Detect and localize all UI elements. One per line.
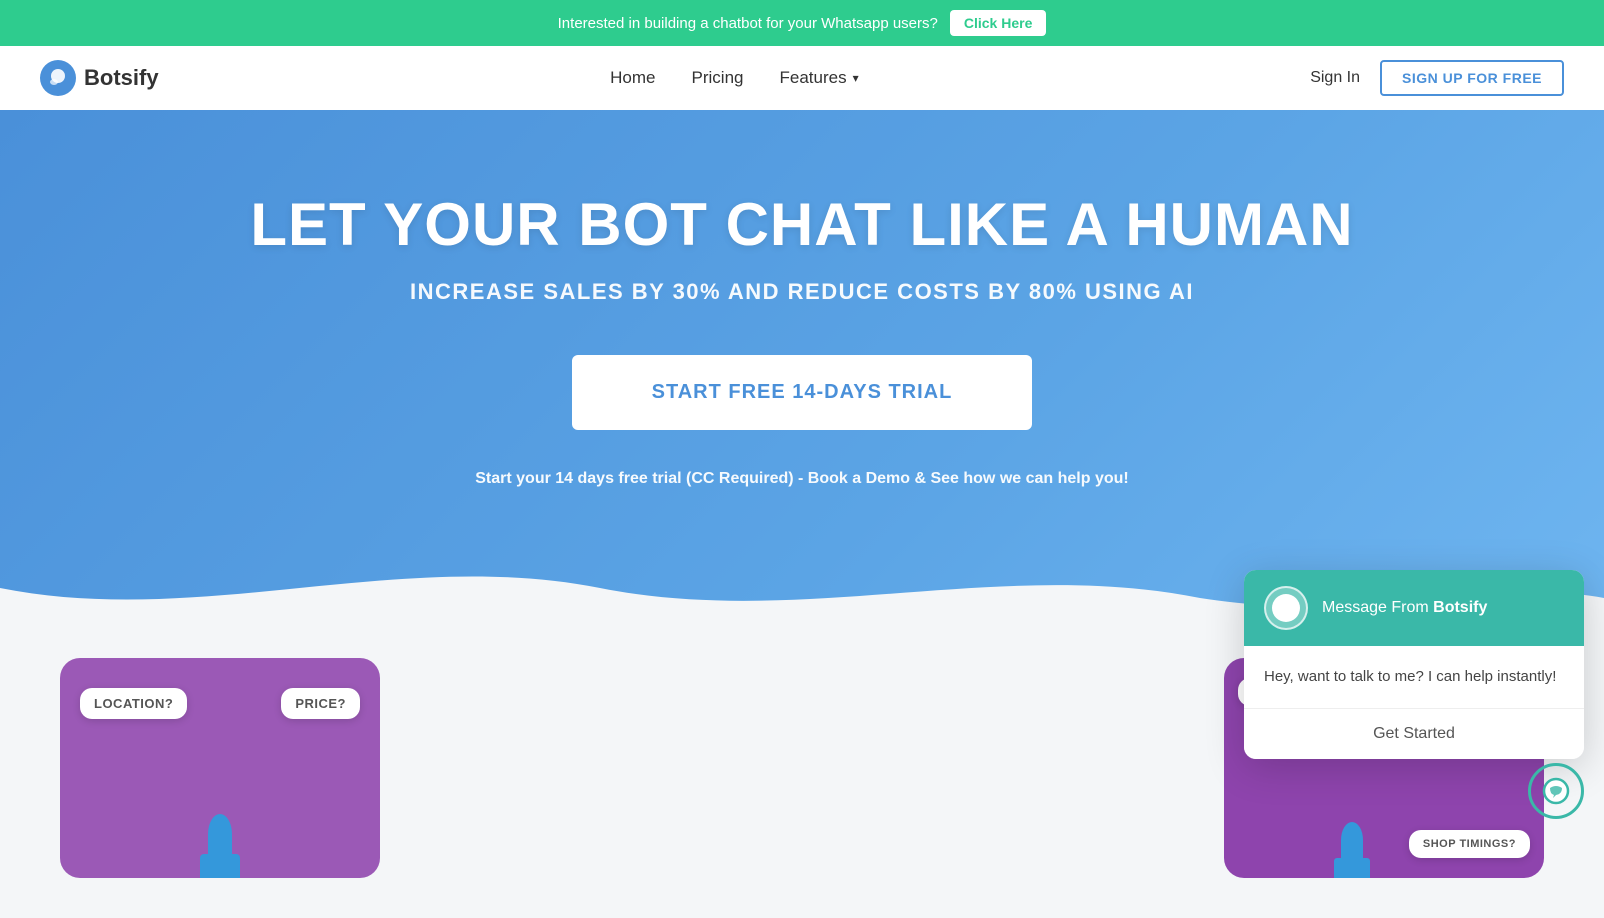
chat-bubble-icon <box>1542 777 1570 805</box>
announcement-text: Interested in building a chatbot for you… <box>558 15 938 32</box>
card-1-label-price: PRICE? <box>281 688 360 719</box>
nav-link-features[interactable]: Features ▾ <box>779 68 858 88</box>
navbar-nav: Home Pricing Features ▾ <box>610 68 858 88</box>
chat-cta-button[interactable]: Get Started <box>1244 709 1584 759</box>
chat-float-button[interactable] <box>1528 763 1584 819</box>
hero-section: LET YOUR BOT CHAT LIKE A HUMAN INCREASE … <box>0 110 1604 628</box>
feature-card-1: LOCATION? PRICE? <box>60 658 380 878</box>
chat-message: Hey, want to talk to me? I can help inst… <box>1264 666 1564 689</box>
navbar-actions: Sign In SIGN UP FOR FREE <box>1310 60 1564 96</box>
card-1-label-location: LOCATION? <box>80 688 187 719</box>
chat-avatar-inner <box>1272 594 1300 622</box>
logo-icon <box>40 60 76 96</box>
nav-link-pricing[interactable]: Pricing <box>692 68 744 87</box>
logo-link[interactable]: Botsify <box>40 60 159 96</box>
announcement-bar: Interested in building a chatbot for you… <box>0 0 1604 46</box>
signin-link[interactable]: Sign In <box>1310 69 1360 87</box>
card-1-labels: LOCATION? PRICE? <box>60 658 380 878</box>
chat-header: Message From Botsify <box>1244 570 1584 646</box>
chevron-down-icon: ▾ <box>853 71 859 85</box>
chat-avatar <box>1264 586 1308 630</box>
hero-heading: LET YOUR BOT CHAT LIKE A HUMAN <box>20 190 1584 259</box>
signup-button[interactable]: SIGN UP FOR FREE <box>1380 60 1564 96</box>
logo-text: Botsify <box>84 65 159 91</box>
nav-item-pricing[interactable]: Pricing <box>692 68 744 88</box>
navbar: Botsify Home Pricing Features ▾ Sign In … <box>0 46 1604 110</box>
nav-link-home[interactable]: Home <box>610 68 655 87</box>
card-2-label-shoptimings: SHOP TIMINGS? <box>1409 830 1530 858</box>
trial-cta-button[interactable]: START FREE 14-DAYS TRIAL <box>572 355 1033 430</box>
announcement-cta-button[interactable]: Click Here <box>950 10 1046 36</box>
chat-widget: Message From Botsify Hey, want to talk t… <box>1244 570 1584 760</box>
nav-item-features[interactable]: Features ▾ <box>779 68 858 88</box>
chat-body: Hey, want to talk to me? I can help inst… <box>1244 646 1584 709</box>
nav-item-home[interactable]: Home <box>610 68 655 88</box>
chat-header-text: Message From Botsify <box>1322 599 1487 617</box>
hero-subtext: Start your 14 days free trial (CC Requir… <box>20 470 1584 488</box>
hero-subheading: INCREASE SALES BY 30% AND REDUCE COSTS B… <box>20 279 1584 305</box>
